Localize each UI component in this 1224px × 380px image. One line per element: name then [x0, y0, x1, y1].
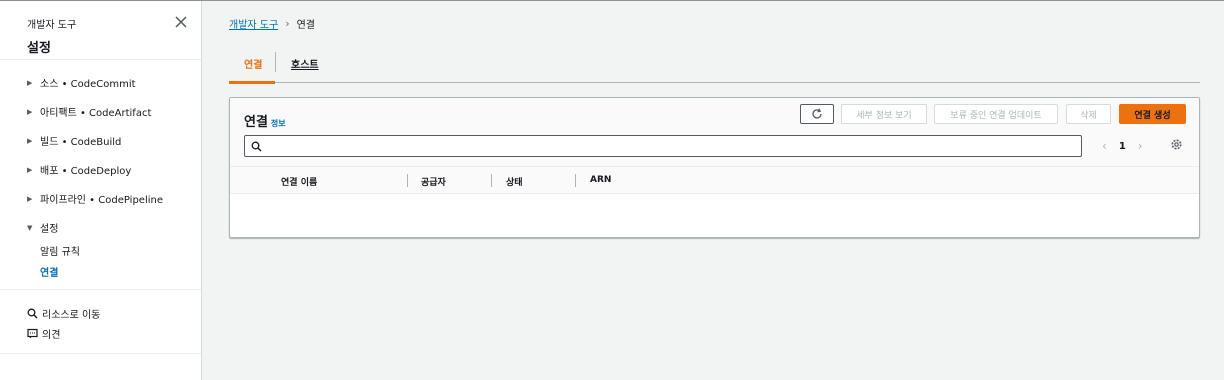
sidebar-item-codedeploy[interactable]: ▶ 배포 • CodeDeploy — [27, 162, 132, 178]
search-icon — [27, 308, 38, 319]
caret-right-icon: ▶ — [27, 165, 33, 174]
sidebar-item-codepipeline[interactable]: ▶ 파이프라인 • CodePipeline — [27, 191, 163, 207]
tab-divider — [275, 52, 276, 72]
tab-bar: 연결 호스트 — [229, 48, 1200, 84]
column-divider[interactable] — [491, 174, 492, 187]
search-input[interactable] — [268, 140, 1068, 152]
caret-right-icon: ▶ — [27, 78, 33, 87]
close-icon[interactable] — [174, 15, 188, 29]
sidebar-item-notification-rules[interactable]: 알림 규칙 — [40, 243, 80, 258]
breadcrumb-developer-tools[interactable]: 개발자 도구 — [229, 16, 278, 31]
chevron-right-icon[interactable]: › — [1138, 139, 1143, 153]
caret-right-icon: ▶ — [27, 107, 33, 116]
page-number[interactable]: 1 — [1119, 141, 1126, 152]
caret-right-icon: ▶ — [27, 136, 33, 145]
pagination: ‹ 1 › — [1102, 135, 1143, 157]
sidebar-item-codecommit[interactable]: ▶ 소스 • CodeCommit — [27, 75, 136, 91]
delete-button[interactable]: 삭제 — [1066, 104, 1111, 124]
feedback-icon — [27, 328, 38, 339]
sidebar-item-label: 아티팩트 • CodeArtifact — [40, 108, 152, 119]
tab-hosts[interactable]: 호스트 — [291, 56, 319, 71]
sidebar-item-label: 배포 • CodeDeploy — [40, 166, 132, 177]
active-tab-indicator — [229, 81, 275, 84]
go-to-resource-link[interactable]: 리소스로 이동 — [27, 306, 100, 321]
info-link[interactable]: 정보 — [271, 119, 286, 128]
column-provider[interactable]: 공급자 — [421, 175, 446, 188]
column-arn[interactable]: ARN — [590, 175, 611, 185]
connections-panel: 연결 정보 세부 정보 보기 보류 중인 연결 업데이트 삭제 연결 생성 ‹ 1… — [229, 97, 1200, 238]
sidebar-item-label: 설정 — [40, 224, 59, 235]
refresh-icon — [812, 108, 822, 119]
search-field[interactable] — [244, 135, 1082, 157]
column-status[interactable]: 상태 — [506, 175, 523, 188]
breadcrumb-current: 연결 — [296, 20, 315, 31]
side-navigation: 개발자 도구 설정 ▶ 소스 • CodeCommit ▶ 아티팩트 • Cod… — [0, 1, 202, 380]
panel-title-text: 연결 — [244, 115, 268, 130]
breadcrumb: 개발자 도구 › 연결 — [229, 16, 315, 31]
sidebar-item-label: 파이프라인 • CodePipeline — [40, 195, 163, 206]
sidebar-item-codebuild[interactable]: ▶ 빌드 • CodeBuild — [27, 133, 122, 149]
refresh-button[interactable] — [800, 104, 834, 124]
sidebar-title: 설정 — [27, 41, 51, 56]
caret-down-icon: ▼ — [27, 223, 33, 232]
sidebar-item-label: 소스 • CodeCommit — [40, 79, 136, 90]
feedback-link[interactable]: 의견 — [27, 326, 60, 341]
panel-header: 연결 정보 세부 정보 보기 보류 중인 연결 업데이트 삭제 연결 생성 ‹ 1… — [230, 98, 1199, 167]
sidebar-divider — [0, 59, 201, 60]
update-pending-connection-button[interactable]: 보류 중인 연결 업데이트 — [934, 104, 1058, 124]
sidebar-item-codeartifact[interactable]: ▶ 아티팩트 • CodeArtifact — [27, 104, 152, 120]
sidebar-divider — [0, 353, 201, 354]
go-to-resource-label: 리소스로 이동 — [42, 310, 101, 321]
sidebar-item-label: 빌드 • CodeBuild — [40, 137, 122, 148]
feedback-label: 의견 — [42, 330, 61, 341]
caret-right-icon: ▶ — [27, 194, 33, 203]
column-connection-name[interactable]: 연결 이름 — [281, 175, 317, 188]
chevron-left-icon[interactable]: ‹ — [1102, 139, 1107, 153]
column-divider[interactable] — [407, 174, 408, 187]
create-connection-button[interactable]: 연결 생성 — [1119, 104, 1186, 124]
column-divider[interactable] — [575, 174, 576, 187]
sidebar-item-settings[interactable]: ▼ 설정 — [27, 220, 59, 236]
search-icon — [251, 141, 262, 151]
panel-title: 연결 정보 — [244, 111, 286, 130]
tab-connections[interactable]: 연결 — [244, 56, 262, 71]
sidebar-service-name[interactable]: 개발자 도구 — [27, 16, 76, 31]
table-header: 연결 이름 공급자 상태 ARN — [230, 167, 1199, 194]
sidebar-divider — [0, 289, 201, 290]
sidebar-item-connections[interactable]: 연결 — [40, 264, 58, 279]
view-details-button[interactable]: 세부 정보 보기 — [841, 104, 927, 124]
gear-icon[interactable] — [1170, 138, 1183, 154]
sidebar-header: 개발자 도구 설정 — [27, 16, 76, 56]
chevron-right-icon: › — [285, 17, 290, 30]
